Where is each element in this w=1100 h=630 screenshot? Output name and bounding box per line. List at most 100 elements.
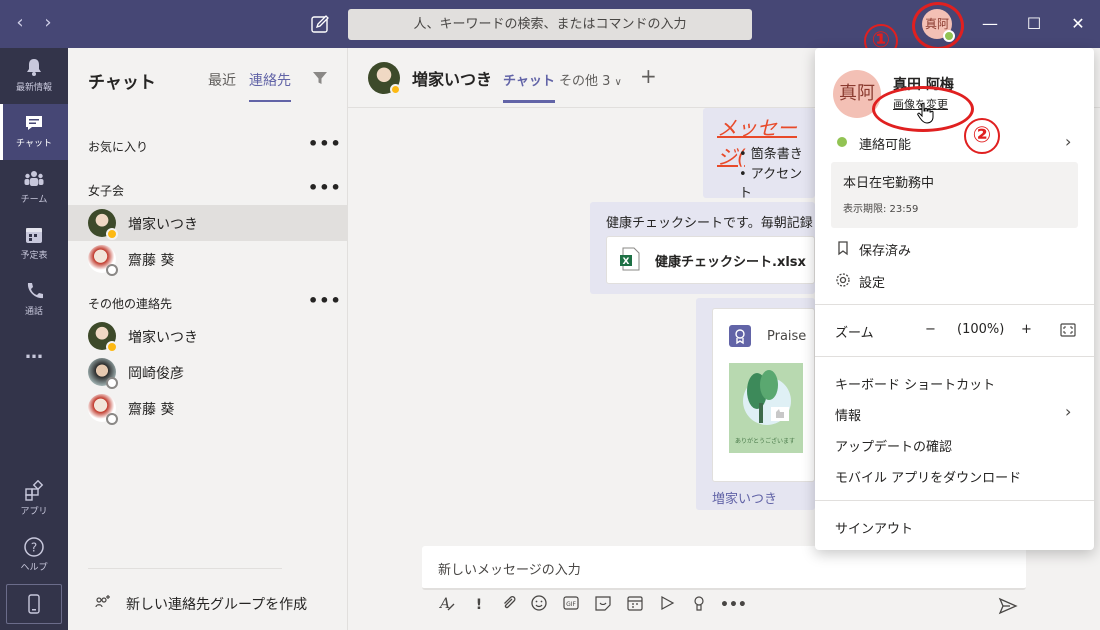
tab-contacts[interactable]: 連絡先 bbox=[249, 70, 291, 102]
rail-item-help[interactable]: ? ヘルプ bbox=[0, 528, 68, 584]
format-icon[interactable]: A bbox=[436, 594, 458, 616]
rail-item-calendar[interactable]: 予定表 bbox=[0, 216, 68, 272]
compose-icon[interactable] bbox=[308, 12, 332, 36]
maximize-icon[interactable]: ☐ bbox=[1020, 10, 1048, 38]
info-menu-item[interactable]: 情報 bbox=[835, 405, 861, 424]
add-group-icon bbox=[95, 595, 110, 608]
group-more-button[interactable]: ••• bbox=[308, 291, 342, 310]
rail-label: ヘルプ bbox=[20, 563, 48, 573]
fullscreen-icon[interactable] bbox=[1060, 323, 1076, 337]
status-message: 本日在宅勤務中 bbox=[843, 176, 935, 191]
rail-item-more[interactable]: … bbox=[0, 328, 68, 384]
chevron-down-icon: ∨ bbox=[614, 77, 622, 88]
rail-item-chat[interactable]: チャット bbox=[0, 104, 68, 160]
status-message-box[interactable]: 本日在宅勤務中 表示期限: 23:59 bbox=[831, 162, 1078, 228]
praise-icon bbox=[729, 325, 751, 347]
praise-label: Praise bbox=[767, 329, 807, 344]
group-more-button[interactable]: ••• bbox=[308, 178, 342, 197]
keyboard-shortcuts-menu-item[interactable]: キーボード ショートカット bbox=[835, 374, 995, 393]
saved-menu-item[interactable]: 保存済み bbox=[859, 240, 911, 259]
chevron-right-icon[interactable]: › bbox=[1065, 132, 1071, 151]
rail-label: チャット bbox=[16, 139, 52, 149]
message-text: 健康チェックシートです。毎朝記録して bbox=[606, 216, 839, 231]
sign-out-menu-item[interactable]: サインアウト bbox=[835, 518, 913, 537]
settings-menu-item[interactable]: 設定 bbox=[859, 272, 885, 291]
chat-list-title: チャット bbox=[88, 73, 156, 93]
contact-name: 増家いつき bbox=[128, 217, 198, 233]
device-button[interactable] bbox=[6, 584, 62, 624]
group-header-favorites[interactable]: お気に入り bbox=[88, 138, 148, 155]
new-contact-group-label: 新しい連絡先グループを作成 bbox=[126, 597, 308, 613]
zoom-in-button[interactable]: + bbox=[1021, 322, 1032, 337]
contact-name: 岡崎俊彦 bbox=[128, 366, 184, 382]
message-bullet: • アクセント bbox=[739, 167, 803, 201]
message-compose-box[interactable]: 新しいメッセージの入力 bbox=[422, 546, 1026, 590]
rail-item-teams[interactable]: チーム bbox=[0, 160, 68, 216]
tab-more[interactable]: その他 3 ∨ bbox=[559, 70, 622, 89]
divider bbox=[815, 500, 1094, 501]
close-icon[interactable]: ✕ bbox=[1064, 10, 1092, 38]
app-rail: 最新情報 チャット チーム 予定表 通話 … アプリ ? ヘルプ bbox=[0, 48, 68, 630]
more-options-icon[interactable]: ••• bbox=[720, 594, 747, 616]
offline-status-icon bbox=[106, 413, 118, 425]
rail-item-calls[interactable]: 通話 bbox=[0, 272, 68, 328]
compose-placeholder: 新しいメッセージの入力 bbox=[438, 563, 581, 578]
mobile-icon bbox=[28, 594, 40, 614]
praise-image: ありがとうございます bbox=[729, 363, 803, 453]
teams-icon bbox=[24, 171, 44, 186]
divider bbox=[88, 568, 282, 569]
tab-more-label: その他 3 bbox=[559, 74, 611, 89]
minimize-icon[interactable]: — bbox=[976, 10, 1004, 38]
group-header-other[interactable]: その他の連絡先 bbox=[88, 295, 172, 312]
contact-item[interactable]: 増家いつき bbox=[68, 318, 348, 354]
sender-name[interactable]: 増家いつき bbox=[712, 488, 777, 507]
rail-label: 予定表 bbox=[20, 251, 48, 261]
back-arrow-icon[interactable]: ‹ bbox=[10, 12, 30, 33]
contact-item[interactable]: 齋藤 葵 bbox=[68, 241, 348, 277]
send-icon[interactable] bbox=[998, 596, 1018, 616]
tab-chat[interactable]: チャット bbox=[503, 70, 555, 103]
group-more-button[interactable]: ••• bbox=[308, 134, 342, 153]
available-status-icon bbox=[837, 137, 847, 147]
svg-text:?: ? bbox=[31, 541, 37, 555]
new-contact-group-button[interactable]: 新しい連絡先グループを作成 bbox=[94, 594, 307, 614]
emoji-icon[interactable] bbox=[528, 594, 550, 616]
praise-card[interactable]: Praise ありがとうございます bbox=[712, 308, 815, 482]
hand-cursor-icon bbox=[917, 102, 934, 124]
divider bbox=[815, 356, 1094, 357]
rail-item-apps[interactable]: アプリ bbox=[0, 472, 68, 528]
file-attachment[interactable]: X 健康チェックシート.xlsx bbox=[606, 236, 815, 284]
praise-tool-icon[interactable] bbox=[688, 594, 710, 616]
add-tab-button[interactable]: + bbox=[640, 64, 657, 88]
stream-icon[interactable] bbox=[656, 594, 678, 616]
meeting-icon[interactable] bbox=[624, 594, 646, 616]
status-menu-item[interactable]: 連絡可能 bbox=[859, 134, 911, 153]
praise-image-text: ありがとうございます bbox=[735, 438, 796, 445]
rail-label: チーム bbox=[20, 195, 48, 205]
chat-list-header: チャット 最近 連絡先 bbox=[68, 48, 348, 108]
attach-icon[interactable] bbox=[498, 594, 520, 616]
message-bubble: 健康チェックシートです。毎朝記録して X 健康チェックシート.xlsx bbox=[590, 202, 838, 294]
apps-icon bbox=[25, 480, 44, 501]
filter-icon[interactable] bbox=[310, 68, 330, 88]
away-status-icon bbox=[106, 228, 118, 240]
rail-item-activity[interactable]: 最新情報 bbox=[0, 48, 68, 104]
check-updates-menu-item[interactable]: アップデートの確認 bbox=[835, 436, 952, 455]
zoom-out-button[interactable]: − bbox=[925, 322, 936, 337]
away-status-icon bbox=[390, 84, 401, 95]
forward-arrow-icon[interactable]: › bbox=[38, 12, 58, 33]
chevron-right-icon[interactable]: › bbox=[1065, 402, 1071, 421]
gif-icon[interactable]: GIF bbox=[560, 594, 582, 616]
important-icon[interactable]: ! bbox=[468, 594, 490, 616]
away-status-icon bbox=[106, 341, 118, 353]
download-mobile-menu-item[interactable]: モバイル アプリをダウンロード bbox=[835, 467, 1021, 486]
sticker-icon[interactable] bbox=[592, 594, 614, 616]
search-input[interactable]: 人、キーワードの検索、またはコマンドの入力 bbox=[348, 9, 752, 40]
contact-item[interactable]: 岡崎俊彦 bbox=[68, 354, 348, 390]
tab-recent[interactable]: 最近 bbox=[208, 70, 236, 90]
svg-text:X: X bbox=[623, 257, 630, 267]
rail-label: 通話 bbox=[24, 307, 43, 317]
contact-item[interactable]: 増家いつき bbox=[68, 205, 348, 241]
contact-item[interactable]: 齋藤 葵 bbox=[68, 390, 348, 426]
group-header-joshikai[interactable]: 女子会 bbox=[88, 182, 124, 199]
